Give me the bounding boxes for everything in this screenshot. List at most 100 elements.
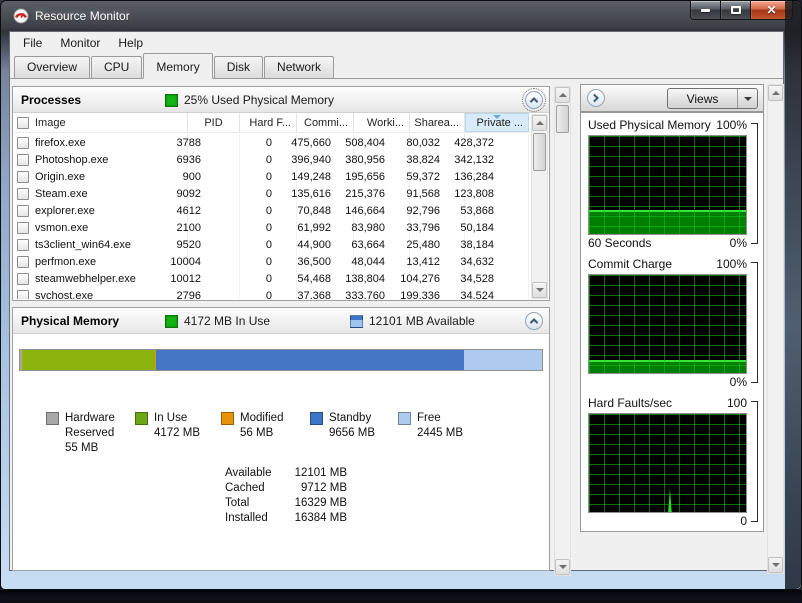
row-checkbox[interactable] bbox=[17, 272, 29, 285]
row-checkbox[interactable] bbox=[17, 153, 29, 166]
graph-commit-charge: Commit Charge 100% 0% bbox=[581, 254, 763, 393]
row-checkbox[interactable] bbox=[17, 221, 29, 234]
resource-monitor-window: Resource Monitor ✕ File Monitor Help Overv… bbox=[0, 0, 802, 590]
main-scrollbar[interactable] bbox=[554, 86, 571, 576]
graph-used-physical-memory: Used Physical Memory 100% 60 Seconds 0% bbox=[581, 115, 763, 254]
tab-cpu[interactable]: CPU bbox=[91, 56, 143, 78]
scroll-down-icon[interactable] bbox=[768, 557, 783, 573]
minimize-button[interactable] bbox=[690, 1, 721, 20]
legend-item-in-use: In Use 4172 MB bbox=[135, 411, 200, 441]
views-dropdown-arrow[interactable] bbox=[738, 89, 757, 108]
column-header-image[interactable]: Image bbox=[13, 113, 188, 132]
cell-value: 123,808 bbox=[454, 187, 494, 200]
maximize-icon bbox=[730, 6, 741, 14]
select-all-checkbox[interactable] bbox=[17, 116, 29, 129]
legend-text: Standby 9656 MB bbox=[329, 411, 375, 441]
cell-hard_faults: 0 bbox=[240, 202, 297, 219]
cell-hard_faults: 0 bbox=[240, 185, 297, 202]
scrollbar-thumb[interactable] bbox=[556, 105, 569, 133]
physical-memory-collapse-button[interactable] bbox=[525, 312, 543, 330]
row-checkbox[interactable] bbox=[17, 289, 29, 299]
cell-private: 34,632 bbox=[460, 253, 529, 270]
row-checkbox[interactable] bbox=[17, 204, 29, 217]
column-label: Image bbox=[35, 116, 66, 129]
window-title: Resource Monitor bbox=[35, 9, 130, 23]
legend-value: 55 MB bbox=[65, 442, 99, 454]
cell-image: firefox.exe bbox=[13, 134, 188, 151]
cell-value: 25,480 bbox=[406, 238, 440, 251]
menu-item-file[interactable]: File bbox=[14, 33, 51, 53]
scroll-up-icon[interactable] bbox=[532, 115, 547, 131]
table-row[interactable]: firefox.exe 3788 0 475,660 508,404 80,032 428,… bbox=[13, 134, 530, 151]
title-bar[interactable]: Resource Monitor bbox=[1, 1, 801, 31]
graph-bottom-row: 0 bbox=[588, 514, 747, 530]
expand-panel-button[interactable] bbox=[587, 89, 605, 107]
column-header-commi[interactable]: Commi... bbox=[297, 113, 354, 132]
scroll-up-icon[interactable] bbox=[555, 87, 570, 103]
scroll-up-icon[interactable] bbox=[768, 85, 783, 101]
cell-value: 0 bbox=[265, 255, 272, 268]
views-button-label[interactable]: Views bbox=[668, 89, 738, 108]
process-name: ts3client_win64.exe bbox=[35, 238, 132, 251]
column-label: Worki... bbox=[366, 116, 404, 129]
processes-scrollbar[interactable] bbox=[531, 114, 548, 299]
cell-private: 53,868 bbox=[460, 202, 529, 219]
maximize-button[interactable] bbox=[721, 1, 750, 20]
row-checkbox[interactable] bbox=[17, 187, 29, 200]
table-row[interactable]: vsmon.exe 2100 0 61,992 83,980 33,796 50,184 bbox=[13, 219, 530, 236]
table-row[interactable]: steamwebhelper.exe 10012 0 54,468 138,804 104… bbox=[13, 270, 530, 287]
cell-value: 13,412 bbox=[406, 255, 440, 268]
stat-label: Total bbox=[225, 497, 250, 509]
scrollbar-thumb[interactable] bbox=[533, 133, 546, 171]
cell-value: 6936 bbox=[176, 153, 201, 166]
process-name: Origin.exe bbox=[35, 170, 86, 183]
tab-overview[interactable]: Overview bbox=[14, 56, 91, 78]
chevron-down-icon bbox=[743, 96, 752, 101]
row-checkbox[interactable] bbox=[17, 170, 29, 183]
legend-text: In Use 4172 MB bbox=[154, 411, 200, 441]
table-row[interactable]: Origin.exe 900 0 149,248 195,656 59,372 136,28… bbox=[13, 168, 530, 185]
column-header-pid[interactable]: PID bbox=[188, 113, 240, 132]
views-button[interactable]: Views bbox=[667, 88, 758, 109]
row-checkbox[interactable] bbox=[17, 238, 29, 251]
table-row[interactable]: explorer.exe 4612 0 70,848 146,664 92,796 53,8… bbox=[13, 202, 530, 219]
menu-item-help[interactable]: Help bbox=[109, 33, 152, 53]
column-header-sharea[interactable]: Sharea... bbox=[410, 113, 465, 132]
bar-segment-free bbox=[464, 350, 542, 370]
scroll-down-icon[interactable] bbox=[555, 559, 570, 575]
cell-private: 428,372 bbox=[454, 134, 529, 151]
tab-network[interactable]: Network bbox=[264, 56, 335, 78]
cell-pid: 900 bbox=[183, 168, 240, 185]
row-checkbox[interactable] bbox=[17, 136, 29, 149]
legend-swatch-icon bbox=[221, 412, 234, 425]
graph-plot bbox=[588, 135, 747, 235]
table-row[interactable]: Photoshop.exe 6936 0 396,940 380,956 38,824 34… bbox=[13, 151, 530, 168]
legend-value: 4172 MB bbox=[154, 427, 201, 439]
table-row[interactable]: Steam.exe 9092 0 135,616 215,376 91,568 123,80… bbox=[13, 185, 530, 202]
cell-value: 0 bbox=[265, 238, 272, 251]
column-header-private[interactable]: Private ... bbox=[465, 113, 529, 132]
cell-value: 9520 bbox=[176, 238, 201, 251]
process-name: firefox.exe bbox=[35, 136, 86, 149]
graph-title: Hard Faults/sec bbox=[588, 396, 673, 410]
menu-item-monitor[interactable]: Monitor bbox=[51, 33, 109, 53]
stat-row-available: Available 12101 MB bbox=[225, 466, 347, 481]
cell-hard_faults: 0 bbox=[240, 236, 297, 253]
table-row[interactable]: ts3client_win64.exe 9520 0 44,900 63,664 25,4… bbox=[13, 236, 530, 253]
processes-status: 25% Used Physical Memory bbox=[184, 93, 335, 107]
table-row[interactable]: svchost.exe 2796 0 37,368 333,760 199,336 34,5… bbox=[13, 287, 530, 299]
column-header-worki[interactable]: Worki... bbox=[354, 113, 410, 132]
scroll-down-icon[interactable] bbox=[532, 282, 547, 298]
right-scrollbar[interactable] bbox=[767, 84, 784, 574]
tab-memory[interactable]: Memory bbox=[143, 53, 213, 79]
table-row[interactable]: perfmon.exe 10004 0 36,500 48,044 13,412 34,63… bbox=[13, 253, 530, 270]
cell-value: 83,980 bbox=[351, 221, 385, 234]
tab-disk[interactable]: Disk bbox=[213, 56, 264, 78]
graph-grid bbox=[589, 275, 746, 373]
processes-collapse-button[interactable] bbox=[522, 88, 546, 112]
row-checkbox[interactable] bbox=[17, 255, 29, 268]
legend-value: 2445 MB bbox=[417, 427, 464, 439]
sort-descending-icon bbox=[493, 115, 501, 119]
column-header-hardf[interactable]: Hard F... bbox=[240, 113, 297, 132]
cell-value: 199,336 bbox=[400, 289, 440, 300]
